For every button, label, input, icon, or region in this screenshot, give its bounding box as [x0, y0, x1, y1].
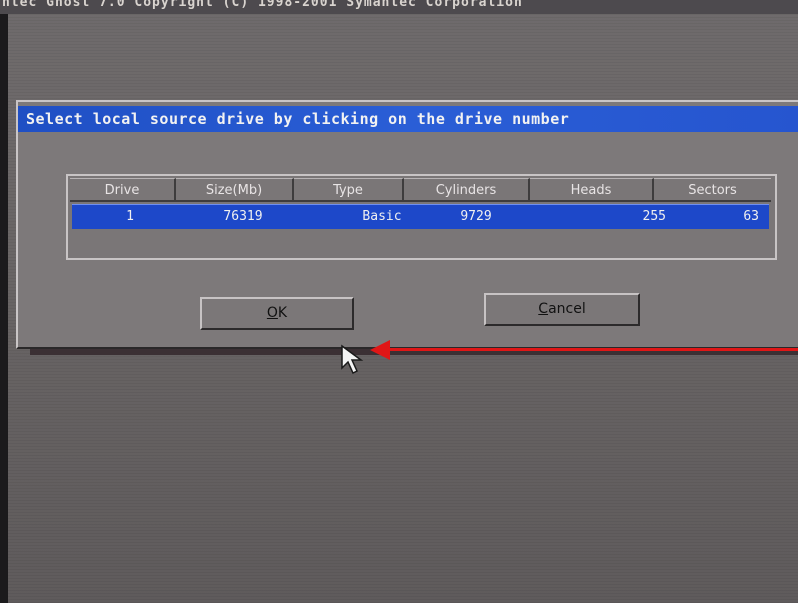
column-header-drive: Drive: [70, 178, 176, 202]
cell-cylinders: 9729: [460, 209, 492, 224]
cell-type: Basic: [362, 209, 402, 224]
annotation-arrow-line: [390, 348, 798, 351]
select-drive-dialog: Select local source drive by clicking on…: [16, 100, 798, 349]
cell-size: 76319: [223, 209, 263, 224]
cell-sectors: 63: [743, 209, 759, 224]
cell-drive[interactable]: 1: [72, 205, 144, 229]
annotation-arrow-head: [370, 340, 390, 360]
column-header-sectors: Sectors: [654, 178, 771, 202]
column-header-cylinders: Cylinders: [404, 178, 530, 202]
ok-mnemonic: O: [266, 305, 278, 321]
cancel-mnemonic: C: [538, 301, 549, 317]
app-header-text: ntec Ghost 7.0 Copyright (C) 1998-2001 S…: [2, 0, 523, 10]
drive-row-selected[interactable]: 1 76319 Basic 9729 255 63: [72, 204, 769, 229]
app-header-bar: ntec Ghost 7.0 Copyright (C) 1998-2001 S…: [0, 0, 798, 14]
mouse-pointer-icon: [341, 344, 364, 375]
cancel-button[interactable]: Cancel: [484, 293, 640, 326]
dialog-title: Select local source drive by clicking on…: [18, 106, 798, 132]
ok-label: K: [277, 305, 288, 321]
ok-button[interactable]: OK: [200, 297, 354, 330]
monitor-bezel: [0, 0, 8, 603]
drive-table: Drive Size(Mb) Type Cylinders Heads Sect…: [66, 174, 777, 260]
cell-heads: 255: [642, 209, 666, 224]
cancel-label: ancel: [548, 301, 586, 317]
table-header: Drive Size(Mb) Type Cylinders Heads Sect…: [70, 178, 771, 202]
column-header-heads: Heads: [530, 178, 654, 202]
column-header-type: Type: [294, 178, 404, 202]
column-header-size: Size(Mb): [176, 178, 294, 202]
